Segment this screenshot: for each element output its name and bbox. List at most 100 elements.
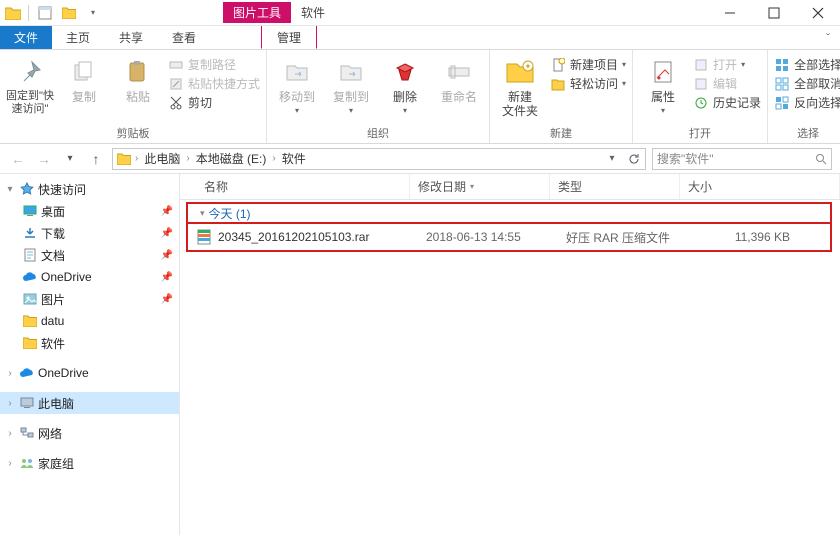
edit-button[interactable]: 编辑 — [693, 75, 761, 92]
search-input[interactable]: 搜索"软件" — [652, 148, 832, 170]
history-button[interactable]: 历史记录 — [693, 94, 761, 111]
paste-shortcut-button[interactable]: 粘贴快捷方式 — [168, 75, 260, 92]
ribbon-tabs: 文件 主页 共享 查看 管理 ˇ — [0, 26, 840, 50]
tree-software[interactable]: 软件 — [0, 332, 179, 354]
paste-label: 粘贴 — [126, 90, 150, 104]
tree-desktop[interactable]: 桌面📌 — [0, 200, 179, 222]
tree-datu[interactable]: datu — [0, 310, 179, 332]
tree-homegroup[interactable]: ›家庭组 — [0, 452, 179, 474]
rename-button[interactable]: 重命名 — [435, 52, 483, 104]
back-button[interactable]: ← — [8, 149, 28, 169]
chevron-right-icon[interactable]: › — [135, 153, 138, 164]
tree-quickaccess[interactable]: ▾ 快速访问 — [0, 178, 179, 200]
tab-share[interactable]: 共享 — [105, 26, 158, 49]
delete-button[interactable]: 删除▾ — [381, 52, 429, 116]
invert-selection-button[interactable]: 反向选择 — [774, 94, 840, 111]
history-icon — [693, 95, 709, 111]
cloud-icon — [22, 269, 38, 285]
tree-network[interactable]: ›网络 — [0, 422, 179, 444]
moveto-button[interactable]: 移动到▾ — [273, 52, 321, 116]
tree-pictures[interactable]: 图片📌 — [0, 288, 179, 310]
tab-home[interactable]: 主页 — [52, 26, 105, 49]
crumb-thispc[interactable]: 此电脑 — [140, 150, 184, 167]
qat-customize-icon[interactable]: ▾ — [83, 3, 103, 23]
chevron-right-icon[interactable]: › — [4, 368, 16, 379]
crumb-folder[interactable]: 软件 — [278, 150, 310, 167]
group-label-open: 打开 — [639, 123, 761, 143]
chevron-down-icon[interactable]: ▾ — [4, 184, 16, 195]
tree-thispc[interactable]: ›此电脑 — [0, 392, 179, 414]
paste-button[interactable]: 粘贴 — [114, 52, 162, 104]
crumb-drive[interactable]: 本地磁盘 (E:) — [192, 150, 271, 167]
column-date[interactable]: 修改日期▾ — [410, 174, 550, 199]
scissors-icon — [168, 95, 184, 111]
pin-icon — [14, 56, 46, 88]
close-button[interactable] — [796, 0, 840, 26]
chevron-right-icon[interactable]: › — [4, 398, 16, 409]
network-icon — [19, 425, 35, 441]
chevron-right-icon[interactable]: › — [4, 458, 16, 469]
pin-to-quickaccess-button[interactable]: 固定到"快速访问" — [6, 52, 54, 116]
maximize-button[interactable] — [752, 0, 796, 26]
content-area: ▾ 快速访问 桌面📌 下载📌 文档📌 OneDrive📌 图片📌 datu 软件… — [0, 174, 840, 535]
svg-text:✦: ✦ — [525, 62, 532, 71]
tab-view[interactable]: 查看 — [158, 26, 211, 49]
forward-button[interactable]: → — [34, 149, 54, 169]
file-row[interactable]: 20345_20161202105103.rar 2018-06-13 14:5… — [188, 224, 830, 250]
cut-button[interactable]: 剪切 — [168, 94, 260, 111]
ribbon-help-dropdown[interactable]: ˇ — [816, 26, 840, 49]
select-none-button[interactable]: 全部取消 — [774, 75, 840, 92]
folder-icon — [115, 150, 133, 168]
path-icon — [168, 57, 184, 73]
up-button[interactable]: ↑ — [86, 149, 106, 169]
ribbon-group-new: ✦ 新建 文件夹 新建项目 ▾ 轻松访问 ▾ 新建 — [490, 50, 633, 143]
chevron-right-icon[interactable]: › — [4, 428, 16, 439]
tree-onedrive[interactable]: ›OneDrive — [0, 362, 179, 384]
chevron-right-icon[interactable]: › — [186, 153, 189, 164]
newitem-button[interactable]: 新建项目 ▾ — [550, 56, 626, 73]
ribbon-group-clipboard: 固定到"快速访问" 复制 粘贴 复制路径 粘贴快捷方式 剪切 剪贴板 — [0, 50, 267, 143]
ribbon-group-open: 属性▾ 打开 ▾ 编辑 历史记录 打开 — [633, 50, 768, 143]
tree-documents[interactable]: 文档📌 — [0, 244, 179, 266]
copyto-button[interactable]: 复制到▾ — [327, 52, 375, 116]
address-bar[interactable]: › 此电脑 › 本地磁盘 (E:) › 软件 ▾ — [112, 148, 646, 170]
chevron-down-icon: ▾ — [200, 208, 205, 219]
navigation-pane: ▾ 快速访问 桌面📌 下载📌 文档📌 OneDrive📌 图片📌 datu 软件… — [0, 174, 180, 535]
newfolder-button[interactable]: ✦ 新建 文件夹 — [496, 52, 544, 119]
qat-newfolder-icon[interactable] — [59, 3, 79, 23]
easyaccess-button[interactable]: 轻松访问 ▾ — [550, 75, 626, 92]
address-dropdown[interactable]: ▾ — [601, 149, 623, 169]
tab-manage[interactable]: 管理 — [261, 26, 317, 49]
column-type[interactable]: 类型 — [550, 174, 680, 199]
tree-onedrive-qa[interactable]: OneDrive📌 — [0, 266, 179, 288]
search-icon — [815, 153, 827, 165]
file-list: 名称 修改日期▾ 类型 大小 ▾ 今天 (1) 20345_2016120210… — [180, 174, 840, 535]
refresh-button[interactable] — [623, 149, 645, 169]
copy-button[interactable]: 复制 — [60, 52, 108, 104]
qat-properties-icon[interactable] — [35, 3, 55, 23]
minimize-button[interactable] — [708, 0, 752, 26]
tree-downloads[interactable]: 下载📌 — [0, 222, 179, 244]
pin-icon: 📌 — [161, 250, 173, 261]
copy-path-button[interactable]: 复制路径 — [168, 56, 260, 73]
column-name[interactable]: 名称 — [180, 174, 410, 199]
chevron-right-icon[interactable]: › — [272, 153, 275, 164]
pin-icon: 📌 — [161, 272, 173, 283]
invert-icon — [774, 95, 790, 111]
tab-file[interactable]: 文件 — [0, 26, 52, 49]
rar-file-icon — [196, 229, 212, 245]
window-controls — [708, 0, 840, 26]
highlight-box: 20345_20161202105103.rar 2018-06-13 14:5… — [186, 222, 832, 252]
delete-icon — [389, 56, 421, 88]
properties-button[interactable]: 属性▾ — [639, 52, 687, 116]
open-button[interactable]: 打开 ▾ — [693, 56, 761, 73]
select-all-button[interactable]: 全部选择 — [774, 56, 840, 73]
ribbon-group-organize: 移动到▾ 复制到▾ 删除▾ 重命名 组织 — [267, 50, 490, 143]
group-header-today[interactable]: ▾ 今天 (1) — [186, 202, 832, 222]
paste-icon — [122, 56, 154, 88]
pin-icon: 📌 — [161, 228, 173, 239]
column-size[interactable]: 大小 — [680, 174, 840, 199]
recent-dropdown[interactable]: ▾ — [60, 149, 80, 169]
group-label-select: 选择 — [774, 123, 840, 143]
file-size: 11,396 KB — [688, 230, 830, 244]
